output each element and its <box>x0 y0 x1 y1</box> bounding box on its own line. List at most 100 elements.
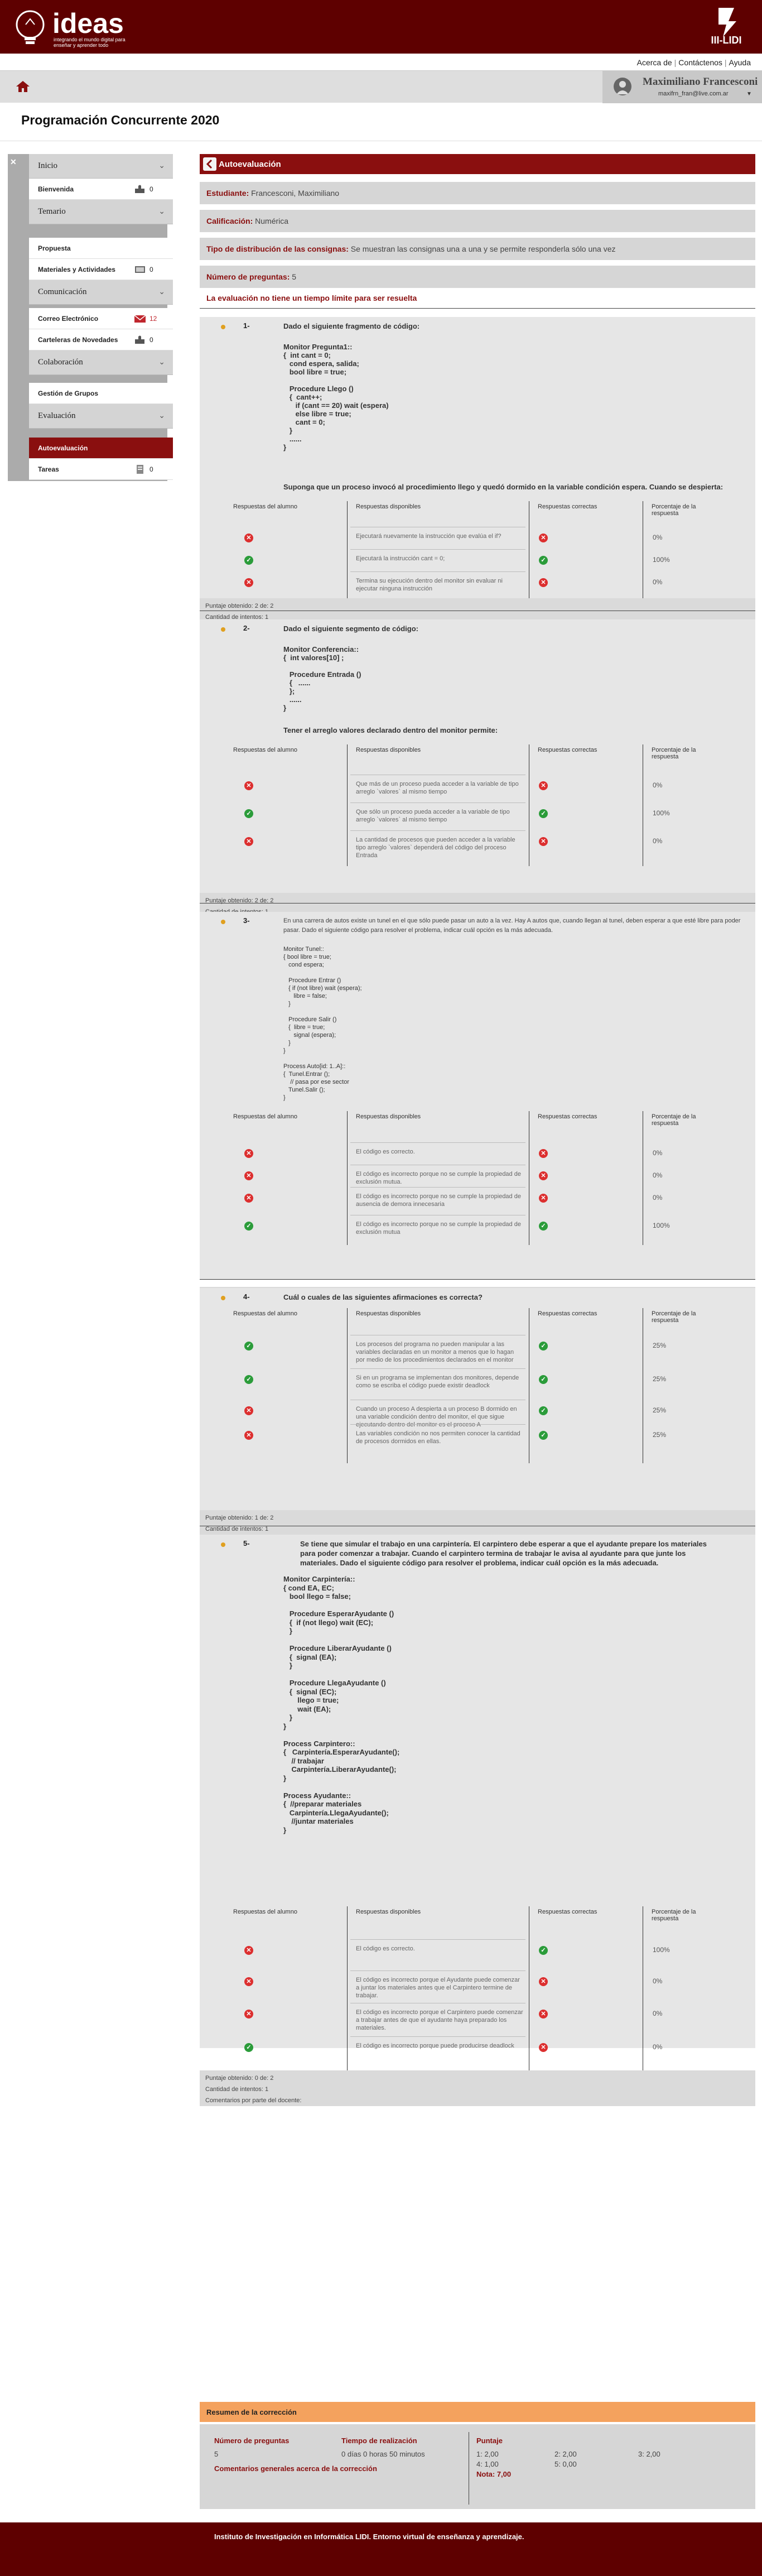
table-row-divider <box>350 1424 525 1425</box>
sidebar-item-carteleras[interactable]: Carteleras de Novedades 0 <box>29 329 173 350</box>
summary-score-5: 5: 0,00 <box>554 2460 577 2468</box>
question-number: 5- <box>243 1539 250 1547</box>
footer-score: Puntaje obtenido: 0 de: 2 <box>205 2075 273 2082</box>
sidebar-section-label: Temario <box>38 207 66 216</box>
th-correct: Respuestas correctas <box>538 503 597 510</box>
summary-score-4: 4: 1,00 <box>476 2460 499 2468</box>
code-snippet: Monitor Carpintería:: { cond EA, EC; boo… <box>283 1575 400 1834</box>
footer-attempts: Cantidad de intentos: 1 <box>205 2086 268 2093</box>
link-contact[interactable]: Contáctenos <box>678 58 722 67</box>
option-percent: 25% <box>653 1406 667 1414</box>
puzzle-icon <box>135 335 144 344</box>
question-text: Tener el arreglo valores declarado dentr… <box>283 726 498 734</box>
sidebar-section-evaluacion[interactable]: Evaluación ⌄ <box>29 404 173 429</box>
sidebar-item-count: 0 <box>149 465 153 473</box>
option-percent: 25% <box>653 1431 667 1439</box>
grade-value: Numérica <box>255 217 289 225</box>
top-links-bar: Acerca de | Contáctenos | Ayuda <box>0 54 762 70</box>
th-percent: Porcentaje de la respuesta <box>652 503 696 517</box>
th-student: Respuestas del alumno <box>233 1113 297 1120</box>
th-percent: Porcentaje de la respuesta <box>652 1310 696 1324</box>
cross-icon: ✕ <box>244 1946 253 1955</box>
option-text: Que más de un proceso pueda acceder a la… <box>356 781 519 795</box>
sidebar-item-correo[interactable]: Correo Electrónico 12 <box>29 308 173 329</box>
student-value: Francesconi, Maximiliano <box>251 189 340 198</box>
chevron-down-icon: ⌄ <box>158 206 165 215</box>
cross-icon: ✕ <box>539 534 548 542</box>
footer-score: Puntaje obtenido: 1 de: 2 <box>205 1515 273 1521</box>
chevron-down-icon[interactable]: ▼ <box>746 91 752 97</box>
sidebar-item-count: 0 <box>149 266 153 273</box>
sidebar-section-label: Inicio <box>38 161 57 170</box>
option-text: Termina su ejecución dentro del monitor … <box>356 578 503 592</box>
sidebar-item-propuesta[interactable]: Propuesta <box>29 238 173 259</box>
table-row-divider <box>350 802 525 803</box>
th-available: Respuestas disponibles <box>356 503 421 510</box>
summary-body: Número de preguntas 5 Tiempo de realizac… <box>200 2424 755 2509</box>
logo-tagline: integrando el mundo digital para enseñar… <box>54 37 126 48</box>
sidebar-item-autoevaluacion[interactable]: Autoevaluación <box>29 438 173 459</box>
option-text: Si en un programa se implementan dos mon… <box>356 1374 519 1389</box>
sidebar-section-comunicacion[interactable]: Comunicación ⌄ <box>29 280 173 305</box>
sidebar-item-bienvenida[interactable]: Bienvenida 0 <box>29 179 173 200</box>
question-intro: En una carrera de autos existe un tunel … <box>283 917 741 934</box>
th-correct: Respuestas correctas <box>538 747 597 753</box>
user-menu[interactable]: Maximiliano Francesconi maxifrn_fran@liv… <box>602 71 762 103</box>
cross-icon: ✕ <box>244 534 253 542</box>
footer-attempts-value: 1 <box>265 2086 269 2093</box>
back-arrow-icon <box>206 159 213 169</box>
student-label: Estudiante: <box>206 189 249 198</box>
sidebar-section-inicio[interactable]: Inicio ⌄ <box>29 154 173 179</box>
cross-icon: ✕ <box>539 2010 548 2018</box>
close-icon[interactable]: ✕ <box>10 157 17 167</box>
sidebar-section-label: Evaluación <box>38 411 76 420</box>
summary-score-3: 3: 2,00 <box>638 2450 660 2458</box>
cross-icon: ✕ <box>539 1171 548 1180</box>
back-button[interactable] <box>203 157 216 171</box>
sidebar-section-label: Colaboración <box>38 358 83 367</box>
avatar <box>614 78 631 95</box>
sidebar: ✕ Inicio ⌄ Bienvenida 0 Temario ⌄ Propuest… <box>8 154 173 481</box>
institute-logo-text: III-LIDI <box>711 35 742 46</box>
chevron-down-icon: ⌄ <box>158 411 165 420</box>
cross-icon: ✕ <box>539 2043 548 2052</box>
option-percent: 25% <box>653 1342 667 1349</box>
question-number: 1- <box>243 321 250 330</box>
th-student: Respuestas del alumno <box>233 747 297 753</box>
evaluation-title: Autoevaluación <box>219 160 281 169</box>
sidebar-item-grupos[interactable]: Gestión de Grupos <box>29 383 173 404</box>
code-snippet: Monitor Pregunta1:: { int cant = 0; cond… <box>283 343 389 451</box>
sidebar-section-colaboracion[interactable]: Colaboración ⌄ <box>29 350 173 375</box>
link-help[interactable]: Ayuda <box>729 58 751 67</box>
sidebar-item-label: Propuesta <box>38 244 71 252</box>
check-icon: ✓ <box>244 809 253 818</box>
option-text: El código es incorrecto porque no se cum… <box>356 1193 521 1208</box>
sidebar-section-temario[interactable]: Temario ⌄ <box>29 200 173 224</box>
summary-header: Resumen de la corrección <box>200 2402 755 2422</box>
th-student: Respuestas del alumno <box>233 1310 297 1317</box>
question-text: Suponga que un proceso invocó al procedi… <box>283 483 724 491</box>
option-percent: 0% <box>653 837 663 845</box>
option-percent: 100% <box>653 556 670 564</box>
th-available: Respuestas disponibles <box>356 1310 421 1317</box>
th-percent: Porcentaje de la respuesta <box>652 1909 696 1922</box>
code-snippet: Monitor Tunel:: { bool libre = true; con… <box>283 946 362 1101</box>
link-about[interactable]: Acerca de <box>637 58 672 67</box>
table-row-divider <box>350 1142 525 1143</box>
option-text: El código es correcto. <box>356 1148 415 1155</box>
th-available: Respuestas disponibles <box>356 1909 421 1915</box>
option-percent: 100% <box>653 1946 670 1954</box>
summary-comments-label: Comentarios generales acerca de la corre… <box>214 2464 377 2473</box>
check-icon: ✓ <box>244 556 253 565</box>
time-limit-notice: La evaluación no tiene un tiempo límite … <box>206 294 417 302</box>
student-row: Estudiante: Francesconi, Maximiliano <box>200 182 755 204</box>
check-icon: ✓ <box>244 1375 253 1384</box>
sidebar-item-materiales[interactable]: Materiales y Actividades 0 <box>29 259 173 280</box>
ideas-logo[interactable]: ideas integrando el mundo digital para e… <box>10 8 136 48</box>
question-count-label: Número de preguntas: <box>206 272 290 281</box>
table-row-divider <box>350 830 525 831</box>
sidebar-item-tareas[interactable]: Tareas 0 <box>29 459 173 480</box>
question-block: 4- Cuál o cuales de las siguientes afirma… <box>200 1288 755 1517</box>
table-column-divider <box>347 744 348 866</box>
home-icon[interactable] <box>16 80 30 93</box>
